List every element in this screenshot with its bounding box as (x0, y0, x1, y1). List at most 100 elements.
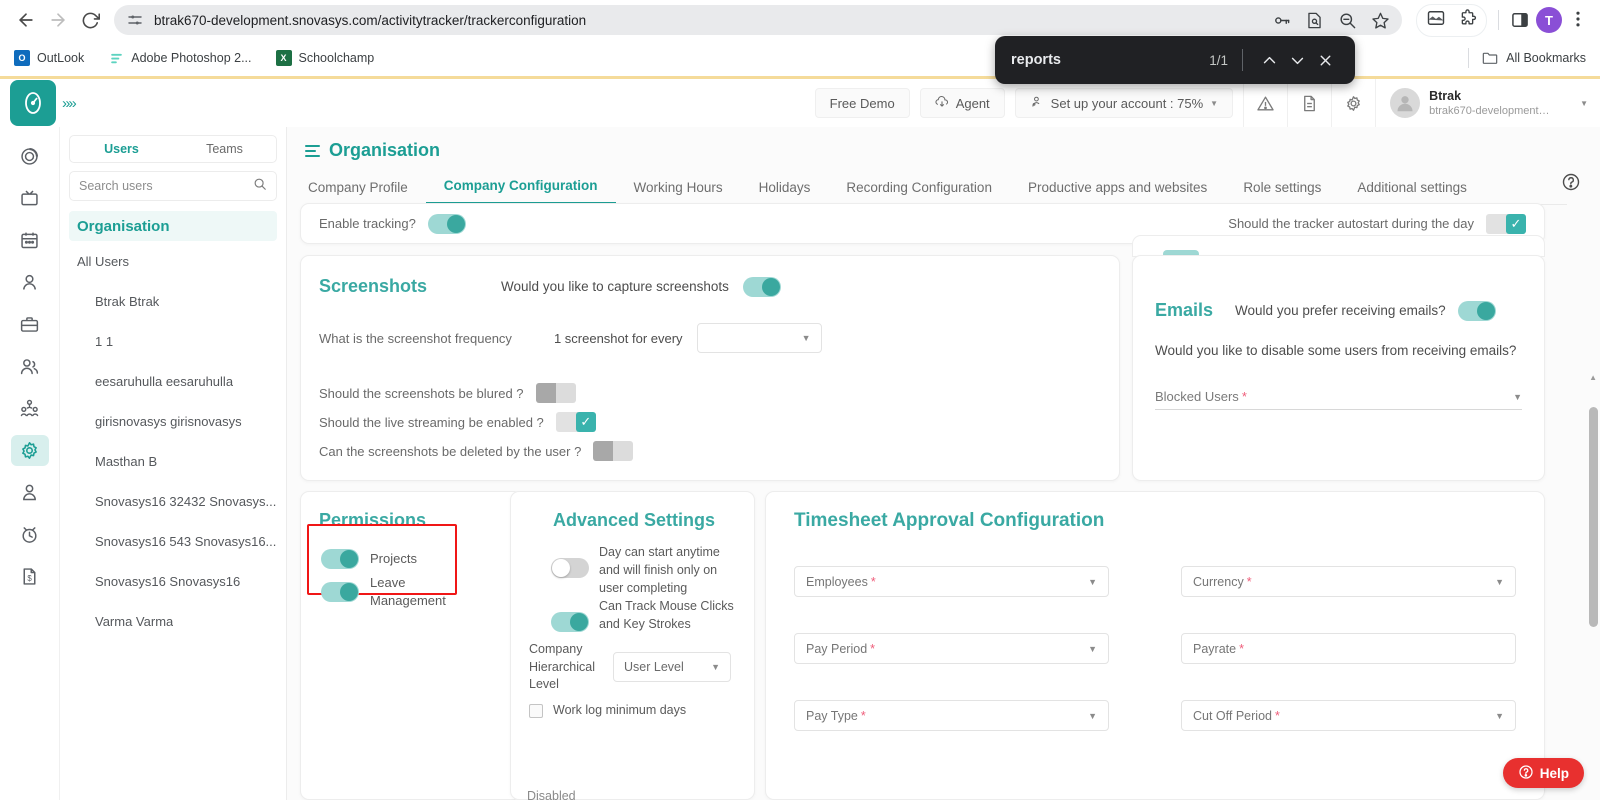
worklog-row[interactable]: Work log minimum days (529, 702, 744, 720)
tab-productive-apps[interactable]: Productive apps and websites (1010, 180, 1225, 204)
list-item[interactable]: Varma Varma (69, 601, 277, 641)
scroll-up-icon[interactable]: ▲ (1589, 373, 1597, 382)
find-input[interactable]: reports (1011, 52, 1209, 68)
password-key-icon[interactable] (1272, 11, 1291, 30)
bookmark-schoolchamp[interactable]: X Schoolchamp (276, 50, 375, 66)
payrate-field[interactable]: Payrate * (1181, 633, 1516, 664)
all-bookmarks-button[interactable]: All Bookmarks (1463, 48, 1586, 68)
find-close-icon[interactable] (1311, 46, 1339, 74)
currency-field[interactable]: Currency * ▼ (1181, 566, 1516, 597)
cut-off-period-field[interactable]: Cut Off Period * ▼ (1181, 700, 1516, 731)
zoom-out-icon[interactable] (1338, 11, 1357, 30)
list-item[interactable]: girisnovasys girisnovasys (69, 401, 277, 441)
search-users-box[interactable] (69, 171, 277, 201)
capture-screenshots-toggle[interactable] (743, 277, 781, 297)
tab-recording-configuration[interactable]: Recording Configuration (828, 180, 1010, 204)
chrome-profile-avatar[interactable]: T (1536, 7, 1562, 33)
leave-management-toggle[interactable] (321, 582, 359, 602)
list-item[interactable]: Masthan B (69, 441, 277, 481)
search-icon[interactable] (253, 177, 267, 196)
screenshot-frequency-select[interactable]: ▼ (697, 323, 822, 353)
scrollbar-thumb[interactable] (1589, 407, 1598, 627)
sidebar-organisation-row[interactable]: Organisation (69, 211, 277, 241)
enable-tracking-toggle[interactable] (428, 214, 466, 234)
rail-item-employees[interactable] (11, 477, 49, 508)
tab-teams[interactable]: Teams (173, 136, 276, 162)
rail-item-teams[interactable] (11, 393, 49, 424)
rail-item-dashboard[interactable] (11, 141, 49, 172)
hierarchy-select[interactable]: User Level ▼ (613, 652, 731, 682)
projects-toggle[interactable] (321, 549, 359, 569)
settings-gear-icon[interactable] (1331, 79, 1375, 127)
menu-hamburger-icon[interactable] (305, 145, 320, 157)
pay-period-field[interactable]: Pay Period * ▼ (794, 633, 1109, 664)
advanced-settings-card: Advanced Settings Day can start anytime … (510, 491, 755, 800)
help-circle-icon[interactable] (1561, 172, 1581, 192)
tab-working-hours[interactable]: Working Hours (616, 180, 741, 204)
expand-sidebar-icon[interactable]: »» (62, 95, 75, 112)
live-streaming-toggle[interactable]: ✓ (556, 412, 596, 432)
rail-item-projects[interactable] (11, 309, 49, 340)
bookmark-outlook[interactable]: O OutLook (14, 50, 84, 66)
side-panel-icon[interactable] (1510, 10, 1530, 30)
tab-additional-settings[interactable]: Additional settings (1339, 180, 1485, 204)
find-previous-icon[interactable] (1255, 46, 1283, 74)
pay-type-field[interactable]: Pay Type * ▼ (794, 700, 1109, 731)
delete-screenshots-label: Can the screenshots be deleted by the us… (319, 444, 581, 459)
back-icon[interactable] (10, 4, 42, 36)
list-item[interactable]: Btrak Btrak (69, 281, 277, 321)
agent-button[interactable]: Agent (920, 88, 1005, 118)
tab-role-settings[interactable]: Role settings (1225, 180, 1339, 204)
alerts-icon[interactable] (1243, 79, 1287, 127)
free-demo-button[interactable]: Free Demo (815, 88, 910, 118)
bookmark-star-icon[interactable] (1371, 11, 1390, 30)
list-item[interactable]: 1 1 (69, 321, 277, 361)
help-button[interactable]: Help (1503, 758, 1584, 788)
page-scan-icon[interactable] (1305, 11, 1324, 30)
extensions-puzzle-icon[interactable] (1458, 8, 1477, 32)
reload-icon[interactable] (74, 4, 106, 36)
prefer-emails-toggle[interactable] (1458, 301, 1496, 321)
rail-item-invoices[interactable]: $ (11, 561, 49, 592)
list-item[interactable]: Snovasys16 32432 Snovasys... (69, 481, 277, 521)
permission-leave-row[interactable]: Leave Management (321, 575, 521, 608)
tab-company-configuration[interactable]: Company Configuration (426, 178, 616, 204)
track-mouse-toggle[interactable] (551, 612, 589, 632)
rail-item-settings[interactable] (11, 435, 49, 466)
day-start-row[interactable]: Day can start anytime and will finish on… (551, 544, 740, 597)
site-settings-icon[interactable] (126, 11, 144, 29)
employees-field[interactable]: Employees * ▼ (794, 566, 1109, 597)
rail-item-calendar[interactable] (11, 225, 49, 256)
rail-item-profile[interactable] (11, 267, 49, 298)
bookmark-photoshop[interactable]: Adobe Photoshop 2... (108, 50, 251, 66)
delete-screenshots-toggle[interactable] (593, 441, 633, 461)
setup-account-button[interactable]: Set up your account : 75% ▼ (1015, 88, 1233, 118)
list-item[interactable]: Snovasys16 Snovasys16 (69, 561, 277, 601)
blur-screenshots-toggle[interactable] (536, 383, 576, 403)
tab-users[interactable]: Users (70, 136, 173, 162)
rail-item-timesheets[interactable] (11, 519, 49, 550)
day-start-toggle[interactable] (551, 558, 589, 578)
blocked-users-select[interactable]: Blocked Users * ▼ (1155, 384, 1522, 410)
address-bar[interactable]: btrak670-development.snovasys.com/activi… (114, 5, 1402, 35)
chrome-menu-icon[interactable] (1568, 9, 1590, 31)
tab-holidays[interactable]: Holidays (741, 180, 829, 204)
rail-item-users[interactable] (11, 351, 49, 382)
find-next-icon[interactable] (1283, 46, 1311, 74)
tab-company-profile[interactable]: Company Profile (305, 180, 426, 204)
permission-projects-row[interactable]: Projects (321, 542, 521, 575)
search-input[interactable] (79, 179, 253, 193)
account-menu[interactable]: Btrak btrak670-development@gm... ▼ (1375, 79, 1600, 127)
rail-item-screens[interactable] (11, 183, 49, 214)
chrome-store-extension-icon[interactable] (1426, 8, 1446, 33)
app-logo-icon[interactable] (10, 80, 56, 126)
list-item[interactable]: Snovasys16 543 Snovasys16... (69, 521, 277, 561)
sidebar-all-users[interactable]: All Users (69, 241, 277, 281)
worklog-checkbox[interactable] (529, 704, 543, 718)
documents-icon[interactable] (1287, 79, 1331, 127)
page-scrollbar[interactable]: ▲ (1586, 127, 1600, 800)
forward-icon[interactable] (42, 4, 74, 36)
autostart-toggle[interactable]: ✓ (1486, 214, 1526, 234)
track-mouse-row[interactable]: Can Track Mouse Clicks and Key Strokes (551, 598, 740, 634)
list-item[interactable]: eesaruhulla eesaruhulla (69, 361, 277, 401)
